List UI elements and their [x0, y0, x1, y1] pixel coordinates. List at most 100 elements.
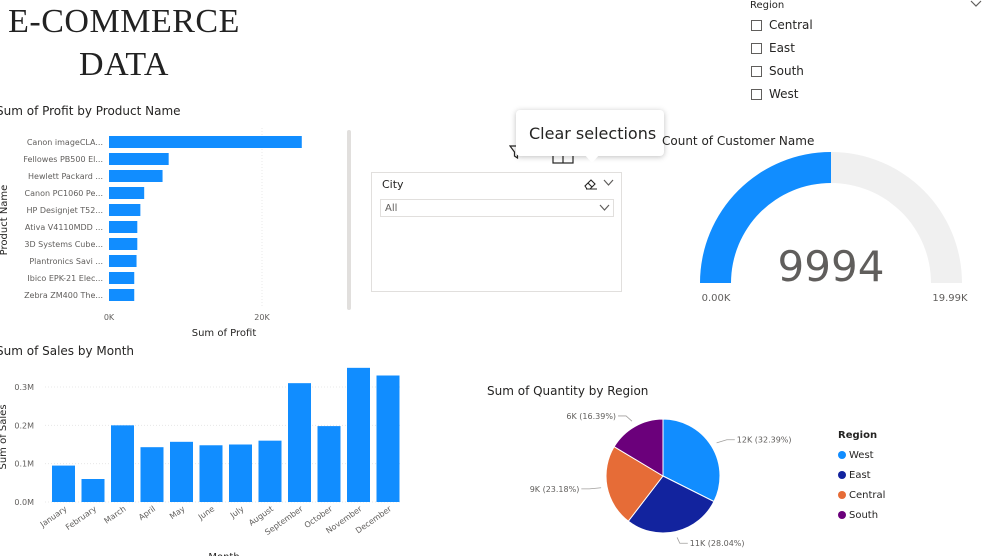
profit-bar[interactable]	[109, 272, 135, 284]
product-label: Hewlett Packard ...	[28, 172, 103, 181]
region-option-label: East	[769, 41, 795, 55]
product-label: Ativa V4110MDD ...	[25, 223, 103, 232]
legend-label: South	[849, 509, 879, 521]
sales-bar[interactable]	[52, 465, 75, 502]
profit-bar[interactable]	[109, 204, 141, 216]
legend-item[interactable]: East	[838, 465, 958, 485]
x-axis-title: Sum of Profit	[192, 328, 257, 339]
chevron-down-icon	[599, 204, 610, 211]
y-axis-title: Product Name	[0, 185, 10, 256]
sales-bar[interactable]	[376, 375, 400, 503]
profit-bar[interactable]	[109, 221, 138, 233]
product-label: 3D Systems Cube...	[24, 240, 103, 249]
product-label: Canon imageCLA...	[27, 138, 103, 147]
sales-bar[interactable]	[347, 367, 370, 502]
month-label: May	[168, 504, 187, 521]
profit-bar[interactable]	[109, 153, 169, 165]
region-option-label: West	[769, 87, 799, 101]
region-checkbox[interactable]	[751, 43, 762, 54]
chevron-down-icon[interactable]	[603, 179, 614, 187]
legend-item[interactable]: Central	[838, 485, 958, 505]
product-label: Plantronics Savi ...	[29, 257, 103, 266]
y-tick-label: 0.3M	[14, 383, 34, 392]
profit-chart-title: Sum of Profit by Product Name	[0, 104, 181, 118]
gauge-value: 9994	[778, 242, 885, 291]
legend-label: West	[849, 449, 874, 461]
sales-bar[interactable]	[258, 440, 282, 502]
pie-data-label: 12K (32.39%)	[737, 436, 792, 445]
sales-bar[interactable]	[111, 425, 134, 502]
region-checkbox[interactable]	[751, 89, 762, 100]
x-tick-label: 0K	[104, 313, 115, 322]
y-axis-title: Sum of Sales	[0, 404, 9, 469]
region-option[interactable]: South	[750, 64, 870, 81]
city-dropdown-value: All	[385, 203, 398, 214]
sales-chart-title: Sum of Sales by Month	[0, 344, 135, 358]
region-option-label: South	[769, 64, 804, 78]
product-label: Zebra ZM400 The...	[24, 291, 103, 300]
report-title-line1: E-COMMERCE	[8, 3, 240, 40]
chart-scrollbar[interactable]	[347, 130, 351, 310]
sales-by-month-chart[interactable]: 0.0M0.1M0.2M0.3MJanuaryFebruary March Apri…	[0, 362, 410, 556]
pie-data-label: 11K (28.04%)	[690, 539, 745, 548]
city-slicer-label: City	[382, 178, 404, 191]
region-slicer[interactable]: Region Central East South West	[750, 0, 990, 105]
legend-marker	[838, 491, 846, 499]
region-checkbox[interactable]	[751, 20, 762, 31]
month-label: March	[103, 504, 128, 525]
quantity-by-region-pie[interactable]: 12K (32.39%) 11K (28.04%) 9K (23.18%) 6K (1…	[520, 400, 820, 550]
sales-bar[interactable]	[288, 383, 311, 502]
product-label: Fellowes PB500 El...	[23, 155, 103, 164]
profit-bar[interactable]	[109, 170, 163, 182]
pie-legend: Region West East Central South	[838, 430, 958, 525]
legend-label: Central	[849, 489, 886, 501]
legend-item[interactable]: West	[838, 445, 958, 465]
eraser-icon[interactable]	[584, 178, 598, 190]
sales-bar[interactable]	[170, 441, 193, 502]
x-axis-title: Month	[208, 552, 239, 556]
legend-marker	[838, 511, 846, 519]
profit-bar[interactable]	[109, 187, 145, 199]
month-label: February	[64, 504, 98, 532]
legend-item[interactable]: South	[838, 505, 958, 525]
region-checkbox[interactable]	[751, 66, 762, 77]
report-title: E-COMMERCE DATA	[8, 3, 240, 84]
month-label: July	[228, 504, 246, 520]
legend-marker	[838, 471, 846, 479]
product-label: HP Designjet T52...	[26, 206, 103, 215]
legend-title: Region	[838, 430, 878, 441]
x-tick-label: 20K	[254, 313, 270, 322]
chevron-down-icon[interactable]	[970, 0, 982, 8]
leader-line	[676, 537, 688, 544]
city-dropdown[interactable]: All	[380, 199, 614, 217]
leader-line	[618, 415, 633, 422]
city-slicer[interactable]: City All	[371, 172, 622, 292]
profit-by-product-chart[interactable]: Canon imageCLA... Fellowes PB500 El... Hew…	[0, 120, 345, 345]
sales-bar[interactable]	[199, 445, 223, 502]
profit-bar[interactable]	[109, 136, 302, 148]
profit-bar[interactable]	[109, 289, 135, 301]
sales-bar[interactable]	[317, 426, 341, 502]
region-option[interactable]: West	[750, 87, 870, 104]
legend-marker	[838, 451, 846, 459]
gauge-max-label: 19.99K	[932, 293, 968, 304]
y-tick-label: 0.2M	[14, 421, 34, 430]
y-tick-label: 0.0M	[14, 498, 34, 507]
legend-label: East	[849, 469, 871, 481]
sales-bar[interactable]	[81, 479, 105, 502]
gauge-title: Count of Customer Name	[662, 134, 815, 148]
month-label: June	[196, 504, 216, 522]
pie-data-label: 9K (23.18%)	[530, 485, 580, 494]
profit-bar[interactable]	[109, 238, 138, 250]
region-option[interactable]: Central	[750, 18, 870, 35]
profit-bar[interactable]	[109, 255, 137, 267]
product-label: Canon PC1060 Pe...	[25, 189, 103, 198]
sales-bar[interactable]	[229, 444, 252, 503]
region-option-label: Central	[769, 18, 813, 32]
customer-count-gauge[interactable]: 9994 0.00K 19.99K	[690, 150, 975, 310]
leader-line	[716, 439, 735, 444]
sales-bar[interactable]	[140, 447, 164, 502]
leader-line	[581, 487, 602, 490]
tooltip-text: Clear selections	[529, 124, 657, 143]
region-option[interactable]: East	[750, 41, 870, 58]
